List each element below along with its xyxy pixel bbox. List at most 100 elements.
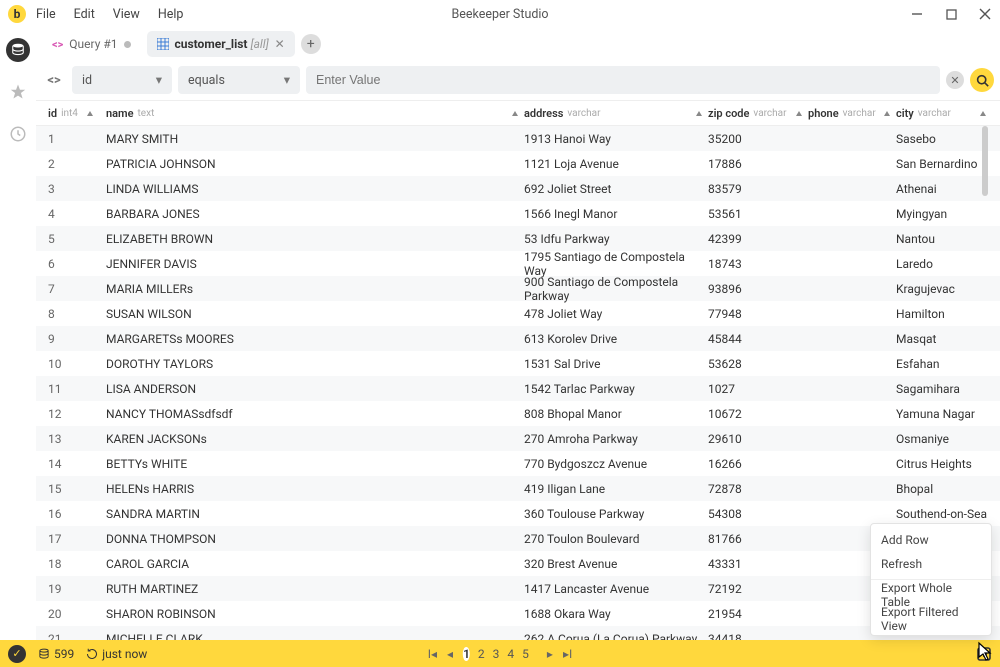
cell-city[interactable]: Sasebo xyxy=(896,132,992,146)
cell-id[interactable]: 4 xyxy=(44,207,106,221)
cell-address[interactable]: 1417 Lancaster Avenue xyxy=(524,582,708,596)
clear-filter-button[interactable]: ✕ xyxy=(946,71,964,89)
table-row[interactable]: 14BETTYs WHITE770 Bydgoszcz Avenue16266C… xyxy=(36,451,1000,476)
cell-name[interactable]: MARIA MILLERs xyxy=(106,282,524,296)
cell-name[interactable]: LINDA WILLIAMS xyxy=(106,182,524,196)
cell-name[interactable]: DONNA THOMPSON xyxy=(106,532,524,546)
cell-city[interactable]: Citrus Heights xyxy=(896,457,992,471)
tab-query[interactable]: <> Query #1 xyxy=(42,31,141,57)
cell-name[interactable]: SHARON ROBINSON xyxy=(106,607,524,621)
column-header-city[interactable]: city varchar xyxy=(896,107,992,120)
cell-address[interactable]: 1566 Inegl Manor xyxy=(524,207,708,221)
cell-address[interactable]: 360 Toulouse Parkway xyxy=(524,507,708,521)
table-row[interactable]: 15HELENs HARRIS419 Iligan Lane72878Bhopa… xyxy=(36,476,1000,501)
cell-name[interactable]: NANCY THOMASsdfsdf xyxy=(106,407,524,421)
cell-name[interactable]: HELENs HARRIS xyxy=(106,482,524,496)
cell-zip[interactable]: 17886 xyxy=(708,157,808,171)
cell-id[interactable]: 7 xyxy=(44,282,106,296)
page-last-button[interactable]: ▸I xyxy=(563,647,572,661)
menu-view[interactable]: View xyxy=(113,7,140,22)
cell-zip[interactable]: 21954 xyxy=(708,607,808,621)
table-row[interactable]: 9MARGARETSs MOORES613 Korolev Drive45844… xyxy=(36,326,1000,351)
code-toggle-icon[interactable]: <> xyxy=(42,73,66,88)
column-header-zip[interactable]: zip code varchar xyxy=(708,107,808,120)
close-icon[interactable]: ✕ xyxy=(275,37,285,51)
cell-address[interactable]: 320 Brest Avenue xyxy=(524,557,708,571)
cell-city[interactable]: Laredo xyxy=(896,257,992,271)
cell-address[interactable]: 613 Korolev Drive xyxy=(524,332,708,346)
cell-address[interactable]: 692 Joliet Street xyxy=(524,182,708,196)
filter-value-input[interactable] xyxy=(306,66,940,94)
page-number[interactable]: 4 xyxy=(507,647,514,661)
table-row[interactable]: 6JENNIFER DAVIS1795 Santiago de Composte… xyxy=(36,251,1000,276)
cell-address[interactable]: 270 Toulon Boulevard xyxy=(524,532,708,546)
close-button[interactable] xyxy=(978,7,992,21)
filter-field-select[interactable]: id ▾ xyxy=(72,66,172,94)
cell-address[interactable]: 1531 Sal Drive xyxy=(524,357,708,371)
cell-name[interactable]: MICHELLE CLARK xyxy=(106,632,524,641)
menu-help[interactable]: Help xyxy=(158,7,184,22)
cell-city[interactable]: Southend-on-Sea xyxy=(896,507,992,521)
cell-name[interactable]: MARGARETSs MOORES xyxy=(106,332,524,346)
cell-name[interactable]: CAROL GARCIA xyxy=(106,557,524,571)
cell-id[interactable]: 17 xyxy=(44,532,106,546)
cell-zip[interactable]: 29610 xyxy=(708,432,808,446)
table-row[interactable]: 10DOROTHY TAYLORS1531 Sal Drive53628Esfa… xyxy=(36,351,1000,376)
cell-city[interactable]: Osmaniye xyxy=(896,432,992,446)
cell-address[interactable]: 808 Bhopal Manor xyxy=(524,407,708,421)
cell-zip[interactable]: 10672 xyxy=(708,407,808,421)
cell-address[interactable]: 262 A Corua (La Corua) Parkway xyxy=(524,632,708,641)
page-first-button[interactable]: I◂ xyxy=(428,647,437,661)
cell-zip[interactable]: 72878 xyxy=(708,482,808,496)
table-row[interactable]: 11LISA ANDERSON1542 Tarlac Parkway1027Sa… xyxy=(36,376,1000,401)
last-refresh[interactable]: just now xyxy=(86,647,147,661)
cell-name[interactable]: RUTH MARTINEZ xyxy=(106,582,524,596)
table-row[interactable]: 4BARBARA JONES1566 Inegl Manor53561Mying… xyxy=(36,201,1000,226)
cell-id[interactable]: 19 xyxy=(44,582,106,596)
table-row[interactable]: 3LINDA WILLIAMS692 Joliet Street83579Ath… xyxy=(36,176,1000,201)
column-header-id[interactable]: id int4 xyxy=(44,107,106,120)
cell-id[interactable]: 2 xyxy=(44,157,106,171)
cell-address[interactable]: 1542 Tarlac Parkway xyxy=(524,382,708,396)
cell-city[interactable]: Hamilton xyxy=(896,307,992,321)
cell-id[interactable]: 9 xyxy=(44,332,106,346)
cell-city[interactable]: Yamuna Nagar xyxy=(896,407,992,421)
cell-zip[interactable]: 81766 xyxy=(708,532,808,546)
page-number[interactable]: 3 xyxy=(493,647,500,661)
add-tab-button[interactable]: + xyxy=(301,34,321,54)
cell-address[interactable]: 1121 Loja Avenue xyxy=(524,157,708,171)
cell-address[interactable]: 478 Joliet Way xyxy=(524,307,708,321)
table-row[interactable]: 13KAREN JACKSONs270 Amroha Parkway29610O… xyxy=(36,426,1000,451)
cell-id[interactable]: 5 xyxy=(44,232,106,246)
cell-zip[interactable]: 16266 xyxy=(708,457,808,471)
table-row[interactable]: 7MARIA MILLERs900 Santiago de Compostela… xyxy=(36,276,1000,301)
table-row[interactable]: 16SANDRA MARTIN360 Toulouse Parkway54308… xyxy=(36,501,1000,526)
cell-id[interactable]: 15 xyxy=(44,482,106,496)
cell-city[interactable]: Kragujevac xyxy=(896,282,992,296)
table-row[interactable]: 21MICHELLE CLARK262 A Corua (La Corua) P… xyxy=(36,626,1000,640)
cell-zip[interactable]: 18743 xyxy=(708,257,808,271)
cell-id[interactable]: 6 xyxy=(44,257,106,271)
table-row[interactable]: 2PATRICIA JOHNSON1121 Loja Avenue17886Sa… xyxy=(36,151,1000,176)
cell-address[interactable]: 900 Santiago de Compostela Parkway xyxy=(524,275,708,303)
table-row[interactable]: 8SUSAN WILSON478 Joliet Way77948Hamilton xyxy=(36,301,1000,326)
cell-city[interactable]: Bhopal xyxy=(896,482,992,496)
cell-id[interactable]: 1 xyxy=(44,132,106,146)
cell-id[interactable]: 21 xyxy=(44,632,106,641)
cell-address[interactable]: 270 Amroha Parkway xyxy=(524,432,708,446)
table-body[interactable]: 1MARY SMITH1913 Hanoi Way35200Sasebo2PAT… xyxy=(36,126,1000,640)
cell-address[interactable]: 1795 Santiago de Compostela Way xyxy=(524,250,708,278)
cell-name[interactable]: BETTYs WHITE xyxy=(106,457,524,471)
table-row[interactable]: 17DONNA THOMPSON270 Toulon Boulevard8176… xyxy=(36,526,1000,551)
menu-add-row[interactable]: Add Row xyxy=(871,528,991,552)
vertical-scrollbar[interactable] xyxy=(982,126,988,196)
cell-zip[interactable]: 35200 xyxy=(708,132,808,146)
maximize-button[interactable] xyxy=(944,7,958,21)
filter-op-select[interactable]: equals ▾ xyxy=(178,66,300,94)
cell-address[interactable]: 1913 Hanoi Way xyxy=(524,132,708,146)
page-number[interactable]: 5 xyxy=(522,647,529,661)
table-row[interactable]: 12NANCY THOMASsdfsdf808 Bhopal Manor1067… xyxy=(36,401,1000,426)
run-filter-button[interactable] xyxy=(970,68,994,92)
cell-name[interactable]: ELIZABETH BROWN xyxy=(106,232,524,246)
cell-id[interactable]: 20 xyxy=(44,607,106,621)
